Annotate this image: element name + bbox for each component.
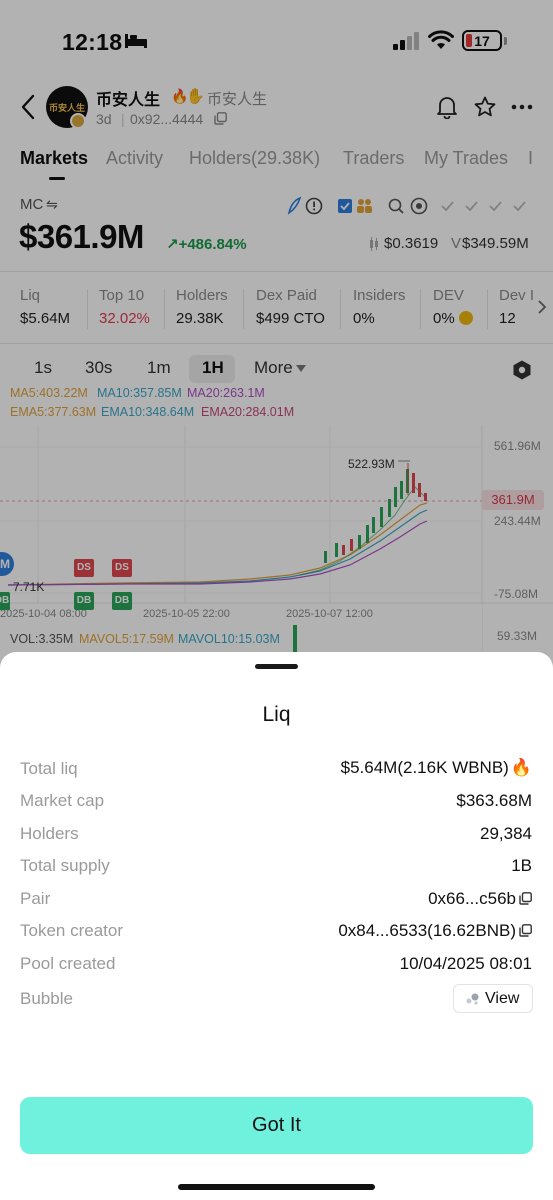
row-value-token-creator[interactable]: 0x84...6533(16.62BNB) (338, 921, 532, 941)
copy-icon[interactable] (519, 892, 532, 905)
row-label-market-cap: Market cap (20, 791, 105, 810)
fire-icon: 🔥 (510, 758, 532, 777)
row-label-pool-created: Pool created (20, 954, 116, 973)
row-value-total-supply: 1B (511, 856, 532, 875)
row-label-token-creator: Token creator (20, 921, 123, 940)
bubble-view-button[interactable]: View (453, 984, 533, 1013)
row-value-pool-created: 10/04/2025 08:01 (399, 954, 532, 973)
row-label-holders: Holders (20, 824, 79, 843)
row-value-pair[interactable]: 0x66...c56b (428, 889, 532, 909)
row-label-bubble: Bubble (20, 989, 73, 1008)
sheet-grabber[interactable] (255, 664, 298, 669)
total-liq-text: $5.64M(2.16K WBNB) (340, 758, 509, 777)
got-it-label: Got It (252, 1114, 301, 1136)
got-it-button[interactable]: Got It (20, 1097, 533, 1154)
copy-icon[interactable] (519, 924, 532, 937)
row-value-total-liq: $5.64M(2.16K WBNB) 🔥 (341, 758, 532, 778)
view-label: View (485, 990, 520, 1007)
creator-address: 0x84...6533(16.62BNB) (338, 921, 516, 940)
row-value-market-cap: $363.68M (456, 791, 532, 810)
row-label-total-supply: Total supply (20, 856, 110, 875)
sheet-title: Liq (262, 703, 291, 726)
row-value-holders: 29,384 (480, 824, 532, 843)
liq-bottom-sheet: Liq Total liq $5.64M(2.16K WBNB) 🔥 Market… (0, 652, 553, 1200)
bubble-icon (466, 993, 479, 1005)
row-label-pair: Pair (20, 889, 51, 908)
pair-address: 0x66...c56b (428, 889, 516, 908)
home-indicator[interactable] (178, 1184, 375, 1190)
app-screen: 12:18 17 币安人生 币安人生 🔥 ✋ 币安人生 3d | 0x92...… (0, 0, 553, 1200)
row-label-total-liq: Total liq (20, 759, 78, 778)
